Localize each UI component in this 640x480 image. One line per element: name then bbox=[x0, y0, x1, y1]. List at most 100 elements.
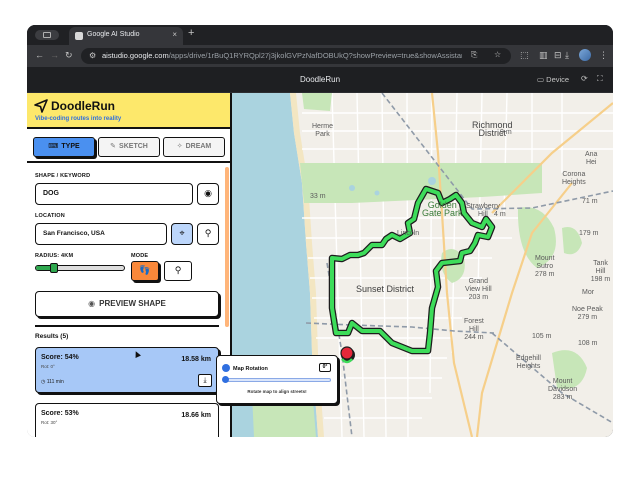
map-label-grandview: Grand View Hill 203 m bbox=[465, 278, 492, 301]
pin-location-button[interactable]: ⚲ bbox=[197, 223, 219, 245]
bike-mode-button[interactable]: ⚲ bbox=[164, 261, 192, 281]
profile-avatar[interactable] bbox=[579, 49, 591, 61]
tab-strip: Google AI Studio × + bbox=[27, 25, 613, 45]
back-button[interactable]: ← bbox=[35, 50, 44, 60]
result-time-value: 111 min bbox=[46, 379, 64, 385]
map-label-elev-e: 33 m bbox=[310, 193, 326, 200]
install-icon[interactable]: ⎘ bbox=[471, 50, 477, 60]
input-mode-tabs: ⌨ TYPE ✎ SKETCH ✧ DREAM bbox=[27, 131, 230, 163]
extensions-icon[interactable]: ⬚ bbox=[520, 50, 529, 61]
shape-label: SHAPE / KEYWORD bbox=[35, 173, 91, 179]
map-label-noe: Noe Peak 279 m bbox=[572, 306, 603, 321]
panel-scrollbar[interactable] bbox=[225, 167, 229, 327]
mode-label: MODE bbox=[131, 253, 149, 259]
form-scroll-area[interactable]: SHAPE / KEYWORD DOG ◉ LOCATION San Franc… bbox=[27, 165, 230, 437]
device-toggle-button[interactable]: ▭ Device bbox=[537, 75, 569, 84]
url-host: aistudio.google.com bbox=[102, 51, 169, 60]
device-label: Device bbox=[546, 75, 570, 84]
result-card[interactable]: Score: 53% Rot: 30° 18.66 km bbox=[35, 403, 219, 437]
park-lake bbox=[428, 177, 436, 185]
rotation-title: Map Rotation bbox=[233, 366, 268, 372]
url-text: aistudio.google.com/apps/drive/1rBuQ1RYR… bbox=[102, 51, 462, 60]
map-label-sutro: Mount Sutro 278 m bbox=[535, 255, 555, 278]
locate-me-button[interactable]: ⌖ bbox=[171, 223, 193, 245]
map-label-edgehill: Edgehill Heights bbox=[516, 355, 541, 370]
tab-type[interactable]: ⌨ TYPE bbox=[33, 137, 95, 157]
tab-type-label: TYPE bbox=[61, 143, 80, 150]
browser-menu-icon[interactable]: ⋮ bbox=[599, 50, 608, 61]
radius-slider[interactable] bbox=[35, 263, 125, 273]
result-score: Score: 54% bbox=[41, 354, 79, 361]
tab-close-icon[interactable]: × bbox=[172, 30, 177, 39]
control-panel: DoodleRun Vibe-coding routes into realit… bbox=[27, 93, 232, 437]
preview-shape-button[interactable]: ◉ PREVIEW SHAPE bbox=[35, 291, 219, 317]
download-icon: ⤓ bbox=[203, 377, 207, 384]
new-tab-button[interactable]: + bbox=[188, 27, 194, 39]
sparkles-icon: ✧ bbox=[176, 143, 183, 150]
device-icon: ▭ bbox=[537, 75, 547, 84]
rotation-slider[interactable] bbox=[223, 378, 331, 382]
fullscreen-icon[interactable]: ⛶ bbox=[597, 74, 603, 84]
tab-dream-label: DREAM bbox=[185, 143, 212, 150]
map-label-lincoln: Lincoln bbox=[397, 230, 420, 237]
start-marker-pin[interactable] bbox=[340, 346, 354, 360]
map-label-ana: Ana Hei bbox=[585, 151, 598, 166]
bike-icon: ⚲ bbox=[174, 265, 182, 275]
crosshair-icon: ⌖ bbox=[179, 228, 185, 238]
map-label-forest: Forest Hill 244 m bbox=[464, 318, 484, 341]
park-lake bbox=[374, 190, 380, 196]
location-input[interactable]: San Francisco, USA bbox=[35, 223, 167, 245]
map-rotation-panel: Map Rotation 0° Rotate map to align stre… bbox=[216, 355, 338, 404]
map-label-elev-b: 179 m bbox=[579, 230, 599, 237]
shape-input[interactable]: DOG bbox=[35, 183, 193, 205]
download-icon[interactable]: ⤓ bbox=[565, 50, 569, 61]
map-label-mor: Mor bbox=[582, 289, 595, 296]
tab-title: Google AI Studio bbox=[87, 31, 140, 38]
app-preview-bar: DoodleRun ▭ Device ⟳ ⛶ bbox=[27, 67, 613, 93]
bookmark-star-icon[interactable]: ☆ bbox=[494, 50, 501, 59]
reload-button[interactable]: ↻ bbox=[65, 50, 73, 61]
preview-shape-label: PREVIEW SHAPE bbox=[99, 299, 166, 308]
side-panel-icon[interactable]: ▥ bbox=[539, 50, 548, 61]
rotation-hint: Rotate map to align streets! bbox=[247, 389, 307, 394]
lincoln-park bbox=[302, 93, 332, 111]
ai-studio-favicon-icon bbox=[75, 32, 83, 40]
brand-name: DoodleRun bbox=[51, 99, 115, 113]
navigation-arrow-icon bbox=[34, 99, 48, 113]
eye-icon: ◉ bbox=[204, 188, 212, 198]
map-label-davidson: Mount Davidson 283 m bbox=[548, 378, 578, 401]
map-label-elev-g: 105 m bbox=[532, 333, 552, 340]
refresh-preview-icon[interactable]: ⟳ bbox=[581, 74, 588, 83]
address-bar[interactable]: ⚙ aistudio.google.com/apps/drive/1rBuQ1R… bbox=[81, 48, 511, 64]
result-rotation: Rot: 30° bbox=[41, 420, 58, 425]
result-card[interactable]: Score: 54% Rot: 0° 18.58 km ◷ 111 min ⤓ bbox=[35, 347, 219, 393]
tab-search-button[interactable] bbox=[35, 30, 59, 40]
browser-tab[interactable]: Google AI Studio × bbox=[69, 27, 183, 45]
radius-label: RADIUS: 4KM bbox=[35, 253, 74, 259]
run-mode-button[interactable]: 👣 bbox=[131, 261, 159, 281]
map-label-tank: Tank Hill 198 m bbox=[590, 260, 611, 283]
url-path: /apps/drive/1rBuQ1RYRQpl27j3jkolGVPzNafD… bbox=[168, 51, 462, 60]
reading-list-icon[interactable]: ⊟ bbox=[554, 50, 562, 61]
show-shape-button[interactable]: ◉ bbox=[197, 183, 219, 205]
map-label-elev-a: 4 m bbox=[494, 211, 506, 218]
result-score: Score: 53% bbox=[41, 410, 79, 417]
rotation-value: 0° bbox=[319, 363, 331, 372]
map-label-elev-f: 108 m bbox=[578, 340, 598, 347]
download-gpx-button[interactable]: ⤓ bbox=[198, 374, 212, 387]
tab-dream[interactable]: ✧ DREAM bbox=[163, 137, 225, 157]
result-time: ◷ 111 min bbox=[41, 379, 64, 385]
pencil-icon: ✎ bbox=[110, 143, 117, 150]
rotation-slider-handle[interactable] bbox=[222, 376, 229, 383]
map-label-elev-d: 9 m bbox=[500, 129, 512, 136]
footprints-icon: 👣 bbox=[139, 265, 151, 275]
forward-button[interactable]: → bbox=[50, 50, 59, 60]
tab-sketch[interactable]: ✎ SKETCH bbox=[98, 137, 160, 157]
radius-slider-handle[interactable] bbox=[50, 263, 58, 273]
app-title: DoodleRun bbox=[299, 75, 341, 84]
result-rotation: Rot: 0° bbox=[41, 364, 55, 369]
map-pin-icon: ⚲ bbox=[204, 228, 212, 238]
map-label-corona: Corona Heights bbox=[562, 171, 586, 186]
site-info-icon[interactable]: ⚙ bbox=[89, 51, 96, 60]
map-label-sunset: Sunset District bbox=[356, 284, 415, 294]
